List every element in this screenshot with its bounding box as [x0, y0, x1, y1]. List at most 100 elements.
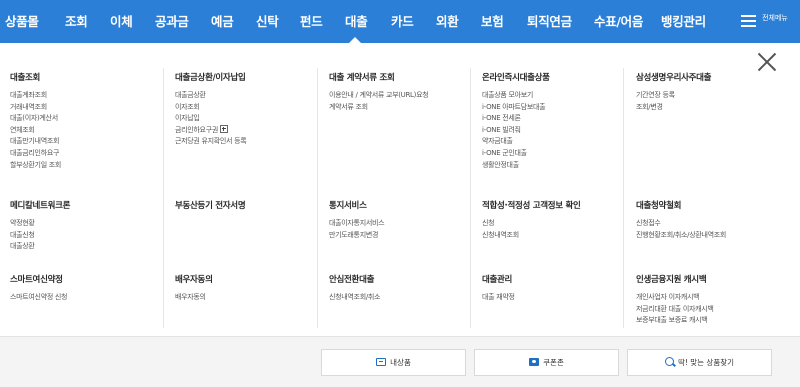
box-icon [376, 358, 387, 366]
nav-item-inquiry[interactable]: 조회 [65, 0, 88, 43]
nav-item-pension[interactable]: 퇴직연금 [527, 0, 572, 43]
nav-item-trust[interactable]: 신탁 [256, 0, 279, 43]
section-medical-network: 메디칼네트워크론 약정현황 대출신청 대출상환 [10, 199, 70, 253]
section-samsung-employee-loan: 삼성생명우리사주대출 기간연장 등록 조회/변경 [636, 71, 712, 114]
menu-link[interactable]: 배우자동의 [175, 292, 213, 304]
menu-link[interactable]: 대출만기내역조회 [10, 136, 61, 148]
menu-link[interactable]: 대출상환 [10, 241, 70, 253]
section-loan-documents: 대출 계약서류 조회 이용안내 / 계약서류 교부(URL)요청 계약서류 조회 [329, 71, 429, 114]
find-product-button[interactable]: 딱! 맞는 상품찾기 [627, 349, 772, 376]
section-title[interactable]: 온라인즉시대출상품 [482, 71, 550, 83]
menu-link[interactable]: i-ONE 아파트담보대출 [482, 102, 550, 114]
section-title[interactable]: 대출조회 [10, 71, 61, 83]
menu-link[interactable]: 저금리대환 대출 이자캐시백 [636, 304, 714, 316]
nav-item-check-bill[interactable]: 수표/어음 [594, 0, 643, 43]
menu-link[interactable]: 생활안정대출 [482, 160, 550, 172]
my-products-button[interactable]: 내상품 [321, 349, 466, 376]
section-online-loans: 온라인즉시대출상품 대출상품 모아보기 i-ONE 아파트담보대출 i-ONE … [482, 71, 550, 171]
column-divider [470, 68, 471, 328]
section-cashback: 인생금융지원 캐시백 개인사업자 이자캐시백 저금리대환 대출 이자캐시백 보증… [636, 273, 714, 327]
menu-link-label: 금리인하요구권 [175, 125, 218, 134]
coupon-zone-button[interactable]: 쿠폰존 [474, 349, 619, 376]
menu-link[interactable]: 대출신청 [10, 230, 70, 242]
section-title[interactable]: 인생금융지원 캐시백 [636, 273, 714, 285]
section-title[interactable]: 부동산등기 전자서명 [175, 199, 246, 211]
menu-link[interactable]: 대출이자통지서비스 [329, 218, 385, 230]
column-divider [163, 68, 164, 328]
find-product-label: 딱! 맞는 상품찾기 [677, 358, 735, 367]
section-title[interactable]: 스마트여신약정 [10, 273, 67, 285]
section-suitability-check: 적합성·적정성 고객정보 확인 신청 신청내역조회 [482, 199, 581, 241]
nav-item-utility[interactable]: 공과금 [155, 0, 189, 43]
menu-link[interactable]: 거래내역조회 [10, 102, 61, 114]
column-divider [623, 68, 624, 328]
menu-link[interactable]: 조회/변경 [636, 102, 711, 114]
menu-link[interactable]: 신청내역조회/취소 [329, 292, 380, 304]
menu-link[interactable]: 이용안내 / 계약서류 교부(URL)요청 [329, 90, 429, 102]
section-title[interactable]: 삼성생명우리사주대출 [636, 71, 712, 83]
plus-icon[interactable] [219, 124, 228, 133]
close-icon[interactable] [757, 52, 777, 72]
section-title[interactable]: 메디칼네트워크론 [10, 199, 70, 211]
bottom-quick-bar: 내상품 쿠폰존 딱! 맞는 상품찾기 [0, 336, 800, 387]
menu-link[interactable]: 개인사업자 이자캐시백 [636, 292, 714, 304]
coupon-icon [529, 358, 540, 366]
all-menu-label: 전체메뉴 [762, 14, 788, 22]
menu-link[interactable]: 할부상환기일 조회 [10, 160, 61, 172]
menu-link[interactable]: 대출(이자)계산서 [10, 113, 61, 125]
section-repayment: 대출금상환/이자납입 대출금상환 이자조회 이자납입 금리인하요구권 근저당권 … [175, 71, 247, 148]
section-smart-credit: 스마트여신약정 스마트여신약정 신청 [10, 273, 67, 304]
menu-link[interactable]: 대출금상환 [175, 90, 246, 102]
section-title[interactable]: 대출 계약서류 조회 [329, 71, 428, 83]
menu-link[interactable]: 이자납입 [175, 113, 246, 125]
section-title[interactable]: 대출관리 [482, 273, 515, 285]
section-title[interactable]: 안심전환대출 [329, 273, 380, 285]
section-safe-conversion: 안심전환대출 신청내역조회/취소 [329, 273, 380, 304]
menu-link[interactable]: 만기도래통지변경 [329, 230, 384, 242]
section-notification: 통지서비스 대출이자통지서비스 만기도래통지변경 [329, 199, 385, 242]
column-divider [317, 68, 318, 328]
menu-link-rate-cut[interactable]: 금리인하요구권 [175, 124, 246, 137]
menu-link[interactable]: 약자금대출 [482, 136, 550, 148]
menu-link[interactable]: 대출 재약정 [482, 292, 515, 304]
section-title[interactable]: 통지서비스 [329, 199, 384, 211]
menu-link[interactable]: 대출금리인하요구 [10, 148, 61, 160]
coupon-zone-label: 쿠폰존 [543, 358, 564, 367]
menu-link[interactable]: 연체조회 [10, 125, 61, 137]
nav-item-fund[interactable]: 펀드 [300, 0, 323, 43]
my-products-label: 내상품 [390, 358, 411, 367]
menu-link[interactable]: 진행현황조회/취소/상환내역조회 [636, 230, 726, 242]
all-menu-button[interactable]: 전체메뉴 [738, 6, 798, 37]
section-title[interactable]: 배우자동의 [175, 273, 213, 285]
section-e-signature: 부동산등기 전자서명 [175, 199, 246, 211]
search-icon [664, 357, 674, 366]
section-title[interactable]: 적합성·적정성 고객정보 확인 [482, 199, 581, 211]
menu-link[interactable]: 신청내역조회 [482, 230, 581, 242]
nav-item-transfer[interactable]: 이체 [110, 0, 133, 43]
section-loan-inquiry: 대출조회 대출계좌조회 거래내역조회 대출(이자)계산서 연체조회 대출만기내역… [10, 71, 61, 171]
section-loan-management: 대출관리 대출 재약정 [482, 273, 515, 304]
menu-link[interactable]: 신청접수 [636, 218, 726, 230]
menu-link[interactable]: 대출상품 모아보기 [482, 90, 550, 102]
menu-link[interactable]: 약정현황 [10, 218, 70, 230]
menu-link[interactable]: 대출계좌조회 [10, 90, 61, 102]
menu-link[interactable]: 보증부대출 보증료 캐시백 [636, 315, 714, 327]
section-withdrawal: 대출청약철회 신청접수 진행현황조회/취소/상환내역조회 [636, 199, 726, 241]
menu-link[interactable]: 스마트여신약정 신청 [10, 292, 67, 304]
nav-item-banking-mgmt[interactable]: 뱅킹관리 [661, 0, 706, 43]
nav-item-forex[interactable]: 외환 [436, 0, 459, 43]
nav-item-deposit[interactable]: 예금 [211, 0, 234, 43]
nav-item-insurance[interactable]: 보험 [481, 0, 504, 43]
nav-item-card[interactable]: 카드 [391, 0, 414, 43]
nav-item-shopping[interactable]: 상품몰 [5, 0, 39, 43]
menu-link[interactable]: i-ONE 빌려줘 [482, 125, 550, 137]
section-title[interactable]: 대출청약철회 [636, 199, 726, 211]
menu-link[interactable]: i-ONE 전세론 [482, 113, 550, 125]
menu-link[interactable]: 근저당권 유지확인서 등록 [175, 136, 247, 148]
menu-link[interactable]: 신청 [482, 218, 581, 230]
menu-link[interactable]: 계약서류 조회 [329, 102, 428, 114]
section-title[interactable]: 대출금상환/이자납입 [175, 71, 246, 83]
menu-link[interactable]: 이자조회 [175, 102, 246, 114]
menu-link[interactable]: 기간연장 등록 [636, 90, 711, 102]
menu-link[interactable]: i-ONE 군인대출 [482, 148, 550, 160]
